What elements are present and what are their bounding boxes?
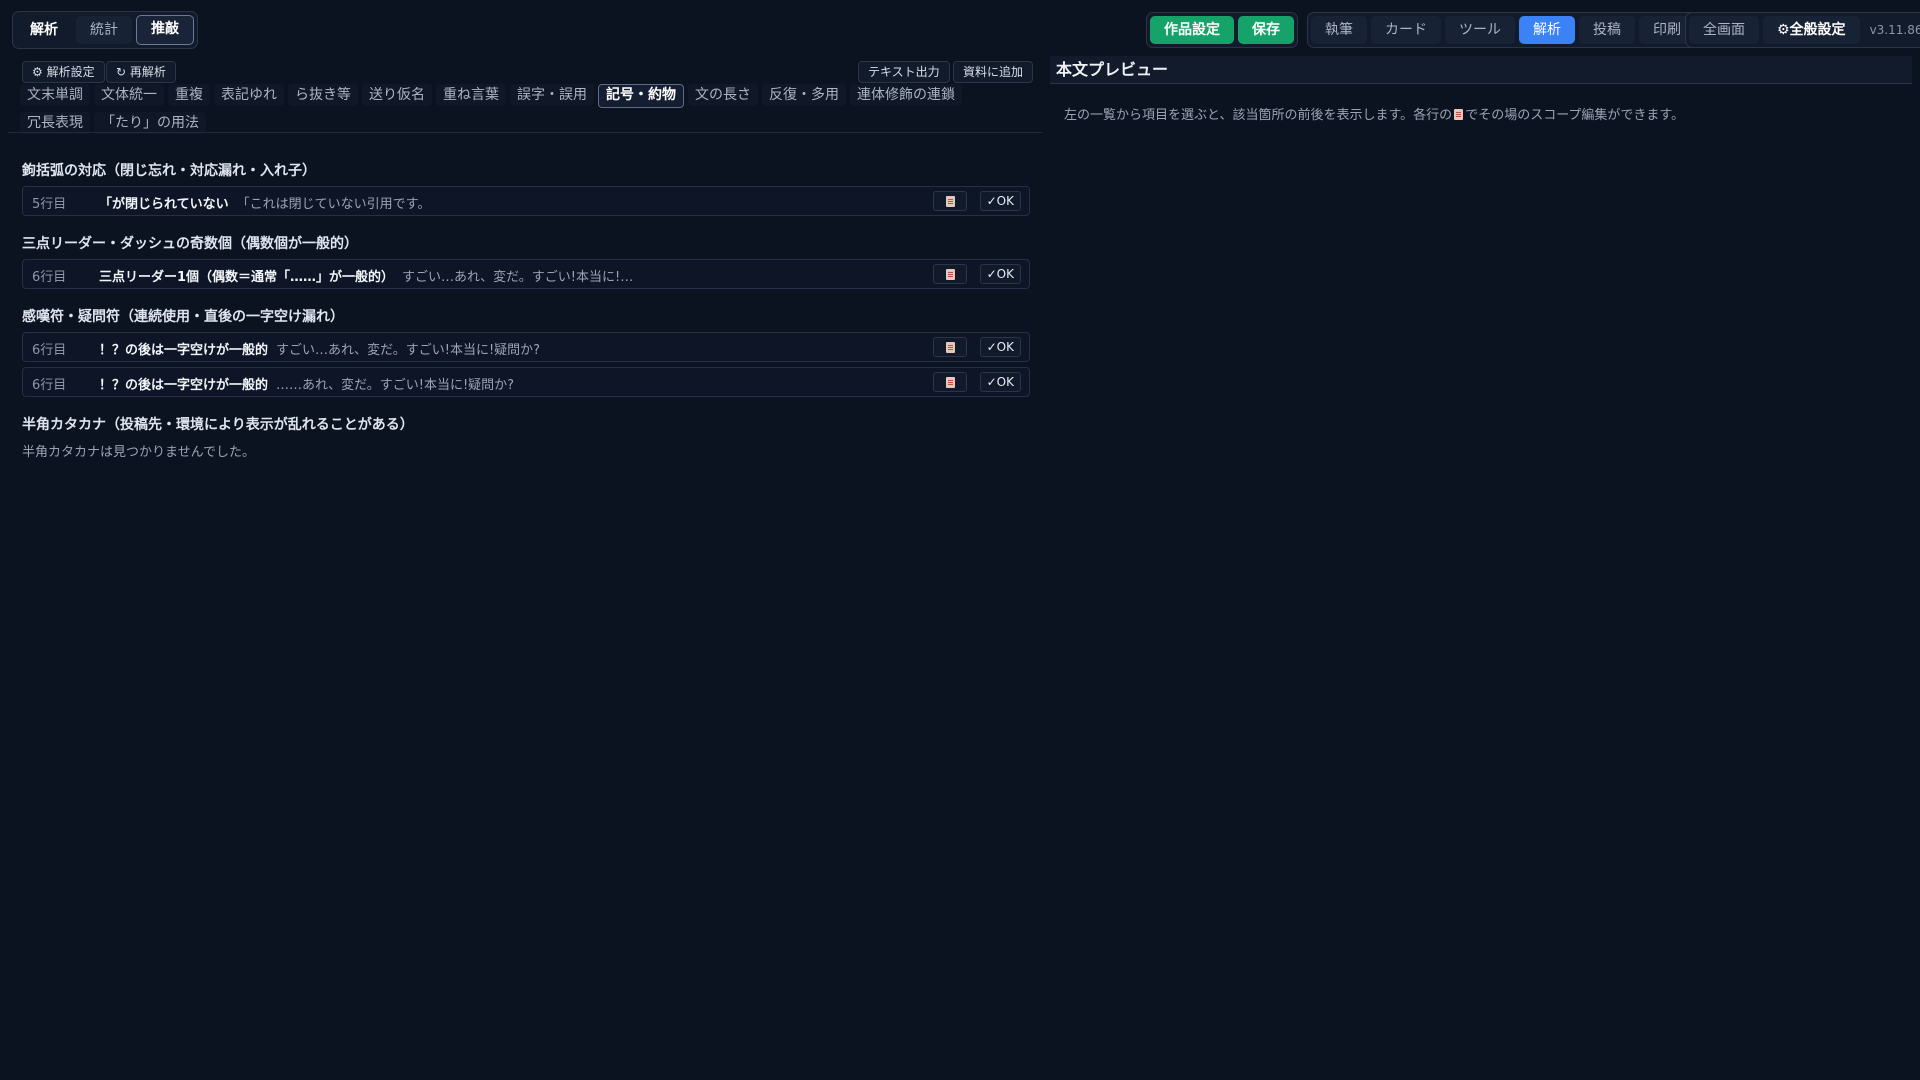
tab-revision[interactable]: 推敲 <box>136 15 194 45</box>
scope-edit-button[interactable] <box>933 372 967 392</box>
tab-analysis[interactable]: 解析 <box>16 16 72 44</box>
add-to-materials-button[interactable]: 資料に追加 <box>953 61 1034 83</box>
analysis-panel: ⚙ 解析設定 ↻ 再解析 テキスト出力 資料に追加 文末単調 文体統一 重複 表… <box>0 56 1044 1080</box>
tab-analysis-mode[interactable]: 解析 <box>1519 16 1575 44</box>
scope-edit-button[interactable] <box>933 191 967 211</box>
tab-tari-usage[interactable]: 「たり」の用法 <box>94 112 206 134</box>
tab-okurigana[interactable]: 送り仮名 <box>362 84 432 106</box>
ok-button[interactable]: ✓OK <box>979 337 1021 357</box>
memo-icon <box>1454 109 1464 124</box>
view-switcher: 解析 統計 推敲 <box>12 11 198 49</box>
line-number: 6行目 <box>32 378 67 393</box>
issue-message: 「が閉じられていない 「これは閉じていない引用です。 <box>99 197 431 212</box>
tab-cards[interactable]: カード <box>1371 16 1441 44</box>
scope-edit-button[interactable] <box>933 264 967 284</box>
issue-message: 三点リーダー1個（偶数＝通常「……」が一般的） すごい…あれ、変だ。すごい!本当に… <box>99 270 634 285</box>
text-export-button[interactable]: テキスト出力 <box>858 61 950 83</box>
general-settings-button[interactable]: ⚙全般設定 <box>1763 16 1860 44</box>
tab-duplication[interactable]: 重複 <box>168 84 210 106</box>
top-bar: 解析 統計 推敲 作品設定 保存 執筆 カード ツール 解析 投稿 印刷 全画面… <box>0 0 1920 56</box>
scope-edit-button[interactable] <box>933 337 967 357</box>
tab-ra-nuki[interactable]: ら抜き等 <box>288 84 358 106</box>
tab-redundant-words[interactable]: 重ね言葉 <box>436 84 506 106</box>
section-title-brackets: 鉤括弧の対応（閉じ忘れ・対応漏れ・入れ子） <box>22 163 316 179</box>
issue-message: ！？の後は一字空けが一般的 ……あれ、変だ。すごい!本当に!疑問か? <box>99 378 515 393</box>
tab-writing[interactable]: 執筆 <box>1311 16 1367 44</box>
tab-notation-variance[interactable]: 表記ゆれ <box>214 84 284 106</box>
issue-context: 「これは閉じていない引用です。 <box>236 197 431 212</box>
ok-button[interactable]: ✓OK <box>979 264 1021 284</box>
issue-message: ！？の後は一字空けが一般的 すごい…あれ、変だ。すごい!本当に!疑問か? <box>99 343 541 358</box>
save-button[interactable]: 保存 <box>1238 16 1294 44</box>
tab-posting[interactable]: 投稿 <box>1579 16 1635 44</box>
section-title-halfwidth-katakana: 半角カタカナ（投稿先・環境により表示が乱れることがある） <box>22 417 414 433</box>
tab-symbols[interactable]: 記号・約物 <box>598 84 684 108</box>
issue-row[interactable]: 6行目 三点リーダー1個（偶数＝通常「……」が一般的） すごい…あれ、変だ。すごい… <box>22 259 1030 289</box>
project-settings-button[interactable]: 作品設定 <box>1150 16 1234 44</box>
preview-hint: 左の一覧から項目を選ぶと、該当箇所の前後を表示します。各行の でその場のスコープ編… <box>1064 108 1685 124</box>
tab-sentence-length[interactable]: 文の長さ <box>688 84 758 106</box>
reanalyze-button[interactable]: ↻ 再解析 <box>106 61 176 83</box>
ok-button[interactable]: ✓OK <box>979 372 1021 392</box>
issue-context: ……あれ、変だ。すごい!本当に!疑問か? <box>276 378 515 393</box>
fullscreen-button[interactable]: 全画面 <box>1689 16 1759 44</box>
tab-statistics[interactable]: 統計 <box>76 16 132 44</box>
memo-icon <box>945 341 955 353</box>
tab-repetition[interactable]: 反復・多用 <box>762 84 846 106</box>
issue-row[interactable]: 5行目 「が閉じられていない 「これは閉じていない引用です。 ✓OK <box>22 186 1030 216</box>
memo-icon <box>945 376 955 388</box>
issue-row[interactable]: 6行目 ！？の後は一字空けが一般的 すごい…あれ、変だ。すごい!本当に!疑問か? … <box>22 332 1030 362</box>
memo-icon <box>945 195 955 207</box>
global-controls: 全画面 ⚙全般設定 v3.11.865 <box>1685 12 1920 48</box>
line-number: 5行目 <box>32 197 67 212</box>
issue-row[interactable]: 6行目 ！？の後は一字空けが一般的 ……あれ、変だ。すごい!本当に!疑問か? ✓O… <box>22 367 1030 397</box>
preview-title: 本文プレビュー <box>1050 56 1912 84</box>
version-label: v3.11.865 <box>1869 23 1920 37</box>
tab-typos[interactable]: 誤字・誤用 <box>510 84 594 106</box>
tab-style-consistency[interactable]: 文体統一 <box>94 84 164 106</box>
analysis-category-tabs: 文末単調 文体統一 重複 表記ゆれ ら抜き等 送り仮名 重ね言葉 誤字・誤用 記… <box>20 84 1030 134</box>
tabs-divider <box>8 132 1042 133</box>
mode-tabs: 執筆 カード ツール 解析 投稿 印刷 <box>1307 12 1699 48</box>
preview-panel: 本文プレビュー 左の一覧から項目を選ぶと、該当箇所の前後を表示します。各行の でそ… <box>1044 56 1920 1080</box>
tab-modifier-chain[interactable]: 連体修飾の連鎖 <box>850 84 962 106</box>
analysis-settings-button[interactable]: ⚙ 解析設定 <box>22 61 105 83</box>
ok-button[interactable]: ✓OK <box>979 191 1021 211</box>
line-number: 6行目 <box>32 270 67 285</box>
line-number: 6行目 <box>32 343 67 358</box>
empty-result-message: 半角カタカナは見つかりませんでした。 <box>22 445 255 460</box>
tab-sentence-ending[interactable]: 文末単調 <box>20 84 90 106</box>
project-controls: 作品設定 保存 <box>1146 12 1298 48</box>
issue-context: すごい…あれ、変だ。すごい!本当に!疑問か? <box>276 343 541 358</box>
memo-icon <box>945 268 955 280</box>
tab-verbose-expressions[interactable]: 冗長表現 <box>20 112 90 134</box>
issue-context: すごい…あれ、変だ。すごい!本当に!… <box>402 270 634 285</box>
section-title-exclamation: 感嘆符・疑問符（連続使用・直後の一字空け漏れ） <box>22 309 344 325</box>
section-title-ellipsis: 三点リーダー・ダッシュの奇数個（偶数個が一般的） <box>22 236 358 252</box>
tab-tools[interactable]: ツール <box>1445 16 1515 44</box>
